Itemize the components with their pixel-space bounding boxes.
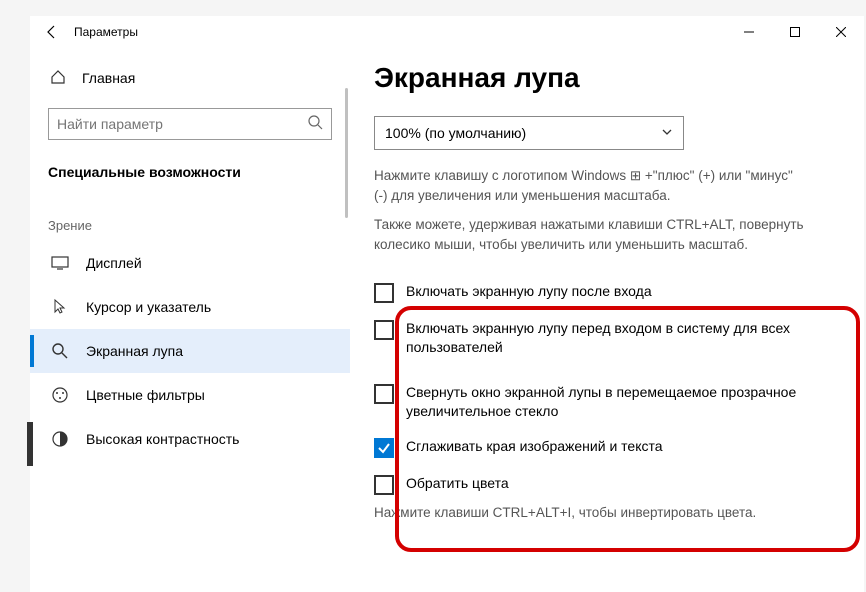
home-icon bbox=[50, 69, 66, 88]
checkbox-box[interactable] bbox=[374, 438, 394, 458]
close-button[interactable] bbox=[818, 16, 864, 48]
checkbox-after-signin[interactable]: Включать экранную лупу после входа bbox=[374, 274, 814, 311]
checkbox-box[interactable] bbox=[374, 384, 394, 404]
nav-item-high-contrast[interactable]: Высокая контрастность bbox=[30, 417, 350, 461]
display-icon bbox=[50, 254, 70, 272]
home-label: Главная bbox=[82, 70, 135, 86]
zoom-level-combo[interactable]: 100% (по умолчанию) bbox=[374, 116, 684, 150]
nav-label: Курсор и указатель bbox=[86, 299, 211, 315]
search-input[interactable] bbox=[57, 116, 307, 132]
minimize-button[interactable] bbox=[726, 16, 772, 48]
hint-text-1: Нажмите клавишу с логотипом Windows ⊞ +"… bbox=[374, 166, 804, 205]
checkbox-before-signin[interactable]: Включать экранную лупу перед входом в си… bbox=[374, 311, 814, 365]
chevron-down-icon bbox=[661, 125, 673, 141]
checkbox-collapse-lens[interactable]: Свернуть окно экранной лупы в перемещаем… bbox=[374, 375, 814, 429]
combo-value: 100% (по умолчанию) bbox=[385, 125, 526, 141]
magnifier-icon bbox=[50, 342, 70, 360]
search-box[interactable] bbox=[48, 108, 332, 140]
nav-item-cursor[interactable]: Курсор и указатель bbox=[30, 285, 350, 329]
checkbox-label: Включать экранную лупу перед входом в си… bbox=[406, 319, 814, 357]
scrollbar-thumb[interactable] bbox=[345, 88, 348, 218]
section-title: Специальные возможности bbox=[30, 154, 350, 192]
main-panel: Экранная лупа 100% (по умолчанию) Нажмит… bbox=[350, 48, 864, 592]
nav-label: Цветные фильтры bbox=[86, 387, 205, 403]
group-head-vision: Зрение bbox=[30, 192, 350, 241]
settings-window: Параметры Главная bbox=[30, 16, 864, 592]
checkbox-invert-colors[interactable]: Обратить цвета bbox=[374, 466, 814, 503]
page-heading: Экранная лупа bbox=[374, 62, 840, 94]
checkbox-label: Обратить цвета bbox=[406, 474, 509, 493]
window-controls bbox=[726, 16, 864, 48]
palette-icon bbox=[50, 386, 70, 404]
nav-label: Высокая контрастность bbox=[86, 431, 239, 447]
hint-text-2: Также можете, удерживая нажатыми клавиши… bbox=[374, 215, 804, 254]
hint-text-3: Нажмите клавиши CTRL+ALT+I, чтобы инверт… bbox=[374, 503, 804, 523]
maximize-button[interactable] bbox=[772, 16, 818, 48]
checkbox-label: Сглаживать края изображений и текста bbox=[406, 437, 663, 456]
cursor-icon bbox=[50, 298, 70, 316]
search-icon bbox=[307, 114, 323, 135]
nav-label: Дисплей bbox=[86, 255, 142, 271]
back-button[interactable] bbox=[30, 16, 74, 48]
window-title: Параметры bbox=[74, 25, 138, 39]
edge-overlay bbox=[27, 422, 33, 466]
nav-item-magnifier[interactable]: Экранная лупа bbox=[30, 329, 350, 373]
titlebar: Параметры bbox=[30, 16, 864, 48]
home-link[interactable]: Главная bbox=[30, 58, 350, 98]
contrast-icon bbox=[50, 430, 70, 448]
nav-item-display[interactable]: Дисплей bbox=[30, 241, 350, 285]
nav-label: Экранная лупа bbox=[86, 343, 183, 359]
checkbox-box[interactable] bbox=[374, 320, 394, 340]
checkbox-box[interactable] bbox=[374, 475, 394, 495]
checkbox-label: Включать экранную лупу после входа bbox=[406, 282, 652, 301]
checkbox-smooth-edges[interactable]: Сглаживать края изображений и текста bbox=[374, 429, 814, 466]
sidebar: Главная Специальные возможности Зрение Д… bbox=[30, 48, 350, 592]
nav-item-color-filters[interactable]: Цветные фильтры bbox=[30, 373, 350, 417]
checkbox-box[interactable] bbox=[374, 283, 394, 303]
checkbox-label: Свернуть окно экранной лупы в перемещаем… bbox=[406, 383, 814, 421]
